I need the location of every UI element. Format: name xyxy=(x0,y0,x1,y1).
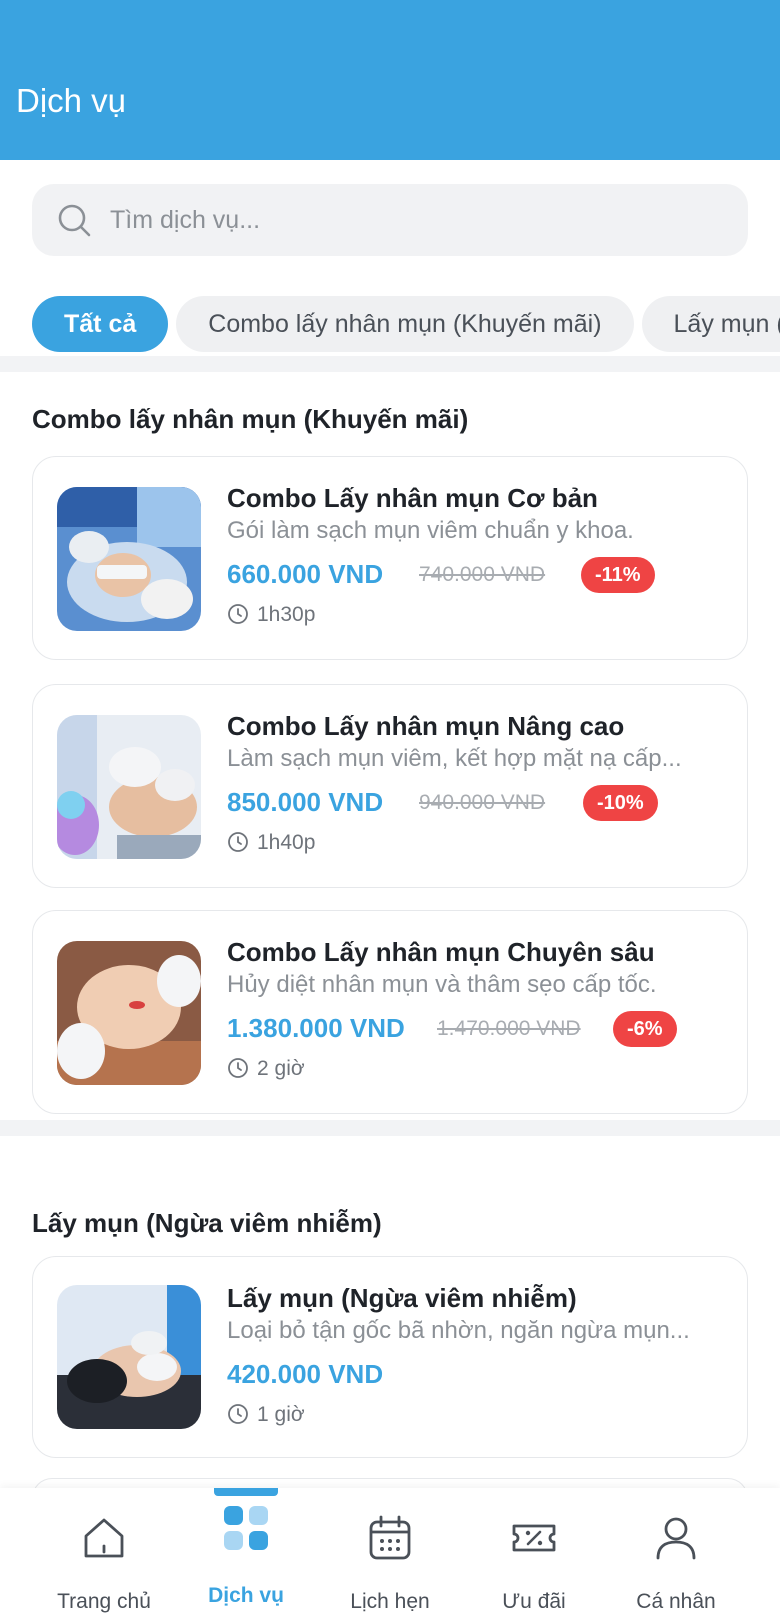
nav-appointments[interactable]: Lịch hẹn xyxy=(318,1488,462,1624)
nav-home[interactable]: Trang chủ xyxy=(32,1488,176,1624)
page-title: Dịch vụ xyxy=(16,82,127,119)
section-divider xyxy=(0,356,780,372)
chip-lay-mun[interactable]: Lấy mụn (Ngừa viêm nhiễm) xyxy=(641,296,780,352)
service-old-price: 740.000 VND xyxy=(419,563,546,586)
service-name: Combo Lấy nhân mụn Cơ bản xyxy=(227,483,598,513)
service-card[interactable]: Combo Lấy nhân mụn Chuyên sâu Hủy diệt n… xyxy=(32,910,748,1114)
service-name: Combo Lấy nhân mụn Chuyên sâu xyxy=(227,937,655,967)
nav-profile[interactable]: Cá nhân xyxy=(604,1488,748,1624)
service-thumbnail xyxy=(57,715,201,859)
service-price: 850.000 VND xyxy=(227,787,384,817)
service-old-price: 940.000 VND xyxy=(419,791,546,814)
duration-text: 1 giờ xyxy=(257,1403,305,1426)
search-input[interactable] xyxy=(110,184,730,256)
chip-combo[interactable]: Combo lấy nhân mụn (Khuyến mãi) xyxy=(176,296,634,352)
service-price: 420.000 VND xyxy=(227,1359,384,1389)
service-card[interactable]: Lấy mụn (Ngừa viêm nhiễm) Loại bỏ tận gố… xyxy=(32,1256,748,1458)
service-thumbnail xyxy=(57,487,201,631)
service-description: Làm sạch mụn viêm, kết hợp mặt nạ cấp... xyxy=(227,745,682,772)
service-price: 1.380.000 VND xyxy=(227,1013,405,1043)
clock-icon xyxy=(228,1058,248,1078)
nav-offers[interactable]: Ưu đãi xyxy=(462,1488,606,1624)
service-description: Loại bỏ tận gốc bã nhờn, ngăn ngừa mụn..… xyxy=(227,1317,690,1344)
section-title: Combo lấy nhân mụn (Khuyến mãi) xyxy=(32,404,469,434)
nav-label: Dịch vụ xyxy=(208,1584,284,1607)
clock-icon xyxy=(228,1404,248,1424)
service-price: 660.000 VND xyxy=(227,559,384,589)
search-bar[interactable] xyxy=(32,184,748,256)
category-chips: Tất cả Combo lấy nhân mụn (Khuyến mãi) Lấy… xyxy=(32,296,780,352)
service-thumbnail xyxy=(57,1285,201,1429)
clock-icon xyxy=(228,832,248,852)
search-icon xyxy=(58,204,91,237)
duration-text: 1h40p xyxy=(257,831,316,854)
bottom-nav: Trang chủ Dịch vụ Lịch hẹn Ưu đãi Cá nhâ… xyxy=(0,1488,780,1624)
nav-label: Lịch hẹn xyxy=(350,1590,430,1613)
section-title: Lấy mụn (Ngừa viêm nhiễm) xyxy=(32,1208,382,1238)
discount-badge: -11% xyxy=(581,557,655,593)
service-card[interactable]: Combo Lấy nhân mụn Nâng cao Làm sạch mụn… xyxy=(32,684,748,888)
clock-icon xyxy=(228,604,248,624)
duration-text: 2 giờ xyxy=(257,1057,305,1080)
chip-all[interactable]: Tất cả xyxy=(32,296,169,352)
service-thumbnail xyxy=(57,941,201,1085)
services-grid-icon xyxy=(224,1506,268,1550)
discount-badge: -10% xyxy=(583,785,658,821)
service-duration: 1h40p xyxy=(227,831,315,855)
nav-label: Ưu đãi xyxy=(502,1590,566,1613)
service-card[interactable]: Combo Lấy nhân mụn Cơ bản Gói làm sạch m… xyxy=(32,456,748,660)
discount-badge: -6% xyxy=(613,1011,677,1047)
calendar-icon xyxy=(369,1515,411,1560)
service-duration: 1h30p xyxy=(227,603,315,627)
section-divider xyxy=(0,1120,780,1136)
service-name: Lấy mụn (Ngừa viêm nhiễm) xyxy=(227,1283,577,1313)
nav-services[interactable]: Dịch vụ xyxy=(174,1488,318,1624)
app-header: Dịch vụ xyxy=(0,0,780,160)
nav-label: Cá nhân xyxy=(636,1590,716,1613)
user-icon xyxy=(656,1517,696,1560)
service-name: Combo Lấy nhân mụn Nâng cao xyxy=(227,711,625,741)
nav-label: Trang chủ xyxy=(57,1590,151,1613)
service-old-price: 1.470.000 VND xyxy=(437,1017,581,1040)
service-duration: 2 giờ xyxy=(227,1057,305,1081)
ticket-discount-icon xyxy=(512,1524,556,1552)
duration-text: 1h30p xyxy=(257,603,316,626)
service-description: Gói làm sạch mụn viêm chuẩn y khoa. xyxy=(227,517,634,544)
service-duration: 1 giờ xyxy=(227,1403,305,1427)
service-description: Hủy diệt nhân mụn và thâm sẹo cấp tốc. xyxy=(227,971,657,998)
home-icon xyxy=(84,1518,124,1558)
